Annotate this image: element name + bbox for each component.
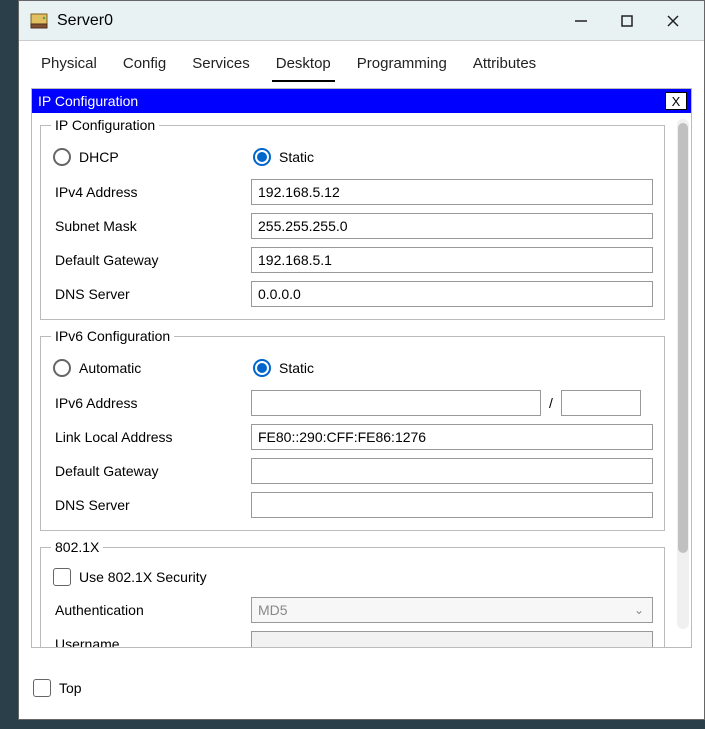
radio-label: Automatic [79, 360, 141, 376]
dns-server-label: DNS Server [51, 286, 251, 302]
window-controls [558, 5, 696, 37]
vertical-scrollbar[interactable] [677, 119, 689, 629]
radio-icon [53, 148, 71, 166]
default-gateway-label: Default Gateway [51, 252, 251, 268]
ipv6-address-label: IPv6 Address [51, 395, 251, 411]
titlebar[interactable]: Server0 [19, 1, 704, 41]
dot1x-group: 802.1X Use 802.1X Security Authenticatio… [40, 539, 665, 647]
server-icon [29, 11, 49, 31]
authentication-value: MD5 [258, 602, 288, 618]
username-input[interactable] [251, 631, 653, 647]
ipv4-address-input[interactable] [251, 179, 653, 205]
ipv4-address-label: IPv4 Address [51, 184, 251, 200]
tab-services[interactable]: Services [188, 51, 254, 82]
radio-static-v6[interactable]: Static [251, 359, 451, 377]
authentication-select[interactable]: MD5 ⌄ [251, 597, 653, 623]
tab-programming[interactable]: Programming [353, 51, 451, 82]
panel-body: IP Configuration DHCP Static IPv4 Addres… [32, 113, 673, 647]
window-title: Server0 [57, 12, 558, 30]
default-gateway-input[interactable] [251, 247, 653, 273]
close-button[interactable] [650, 5, 696, 37]
checkbox-icon [53, 568, 71, 586]
subnet-mask-input[interactable] [251, 213, 653, 239]
ipv4-group: IP Configuration DHCP Static IPv4 Addres… [40, 117, 665, 320]
radio-dhcp[interactable]: DHCP [51, 148, 251, 166]
radio-automatic[interactable]: Automatic [51, 359, 251, 377]
radio-icon [253, 148, 271, 166]
top-label: Top [59, 680, 82, 696]
link-local-label: Link Local Address [51, 429, 251, 445]
ipv6-legend: IPv6 Configuration [51, 328, 174, 344]
ipv6-dns-label: DNS Server [51, 497, 251, 513]
authentication-label: Authentication [51, 602, 251, 618]
dot1x-legend: 802.1X [51, 539, 103, 555]
ipv6-gateway-input[interactable] [251, 458, 653, 484]
subnet-mask-label: Subnet Mask [51, 218, 251, 234]
tab-attributes[interactable]: Attributes [469, 51, 540, 82]
chevron-down-icon: ⌄ [634, 603, 644, 617]
dns-server-input[interactable] [251, 281, 653, 307]
scroll-thumb[interactable] [678, 123, 688, 553]
app-window: Server0 Physical Config Services Desktop… [18, 0, 705, 720]
radio-icon [53, 359, 71, 377]
top-checkbox[interactable]: Top [31, 672, 82, 704]
radio-label: DHCP [79, 149, 119, 165]
panel-close-button[interactable]: X [665, 92, 687, 110]
ipv6-prefix-input[interactable] [561, 390, 641, 416]
panel-header: IP Configuration X [32, 89, 691, 113]
radio-label: Static [279, 360, 314, 376]
minimize-button[interactable] [558, 5, 604, 37]
username-label: Username [51, 636, 251, 647]
ipv6-group: IPv6 Configuration Automatic Static IPv6… [40, 328, 665, 531]
ipv4-legend: IP Configuration [51, 117, 159, 133]
tab-bar: Physical Config Services Desktop Program… [19, 41, 704, 82]
use-8021x-checkbox[interactable]: Use 802.1X Security [51, 561, 654, 593]
panel-title: IP Configuration [38, 93, 138, 109]
content-panel: IP Configuration X IP Configuration DHCP [31, 88, 692, 648]
checkbox-icon [33, 679, 51, 697]
maximize-button[interactable] [604, 5, 650, 37]
radio-icon [253, 359, 271, 377]
ipv6-address-input[interactable] [251, 390, 541, 416]
bottom-bar: Top [31, 675, 692, 701]
tab-physical[interactable]: Physical [37, 51, 101, 82]
tab-config[interactable]: Config [119, 51, 170, 82]
ipv6-dns-input[interactable] [251, 492, 653, 518]
use-8021x-label: Use 802.1X Security [79, 569, 207, 585]
prefix-slash: / [541, 395, 561, 411]
radio-static[interactable]: Static [251, 148, 451, 166]
ipv6-gateway-label: Default Gateway [51, 463, 251, 479]
tab-desktop[interactable]: Desktop [272, 51, 335, 82]
radio-label: Static [279, 149, 314, 165]
link-local-input[interactable] [251, 424, 653, 450]
